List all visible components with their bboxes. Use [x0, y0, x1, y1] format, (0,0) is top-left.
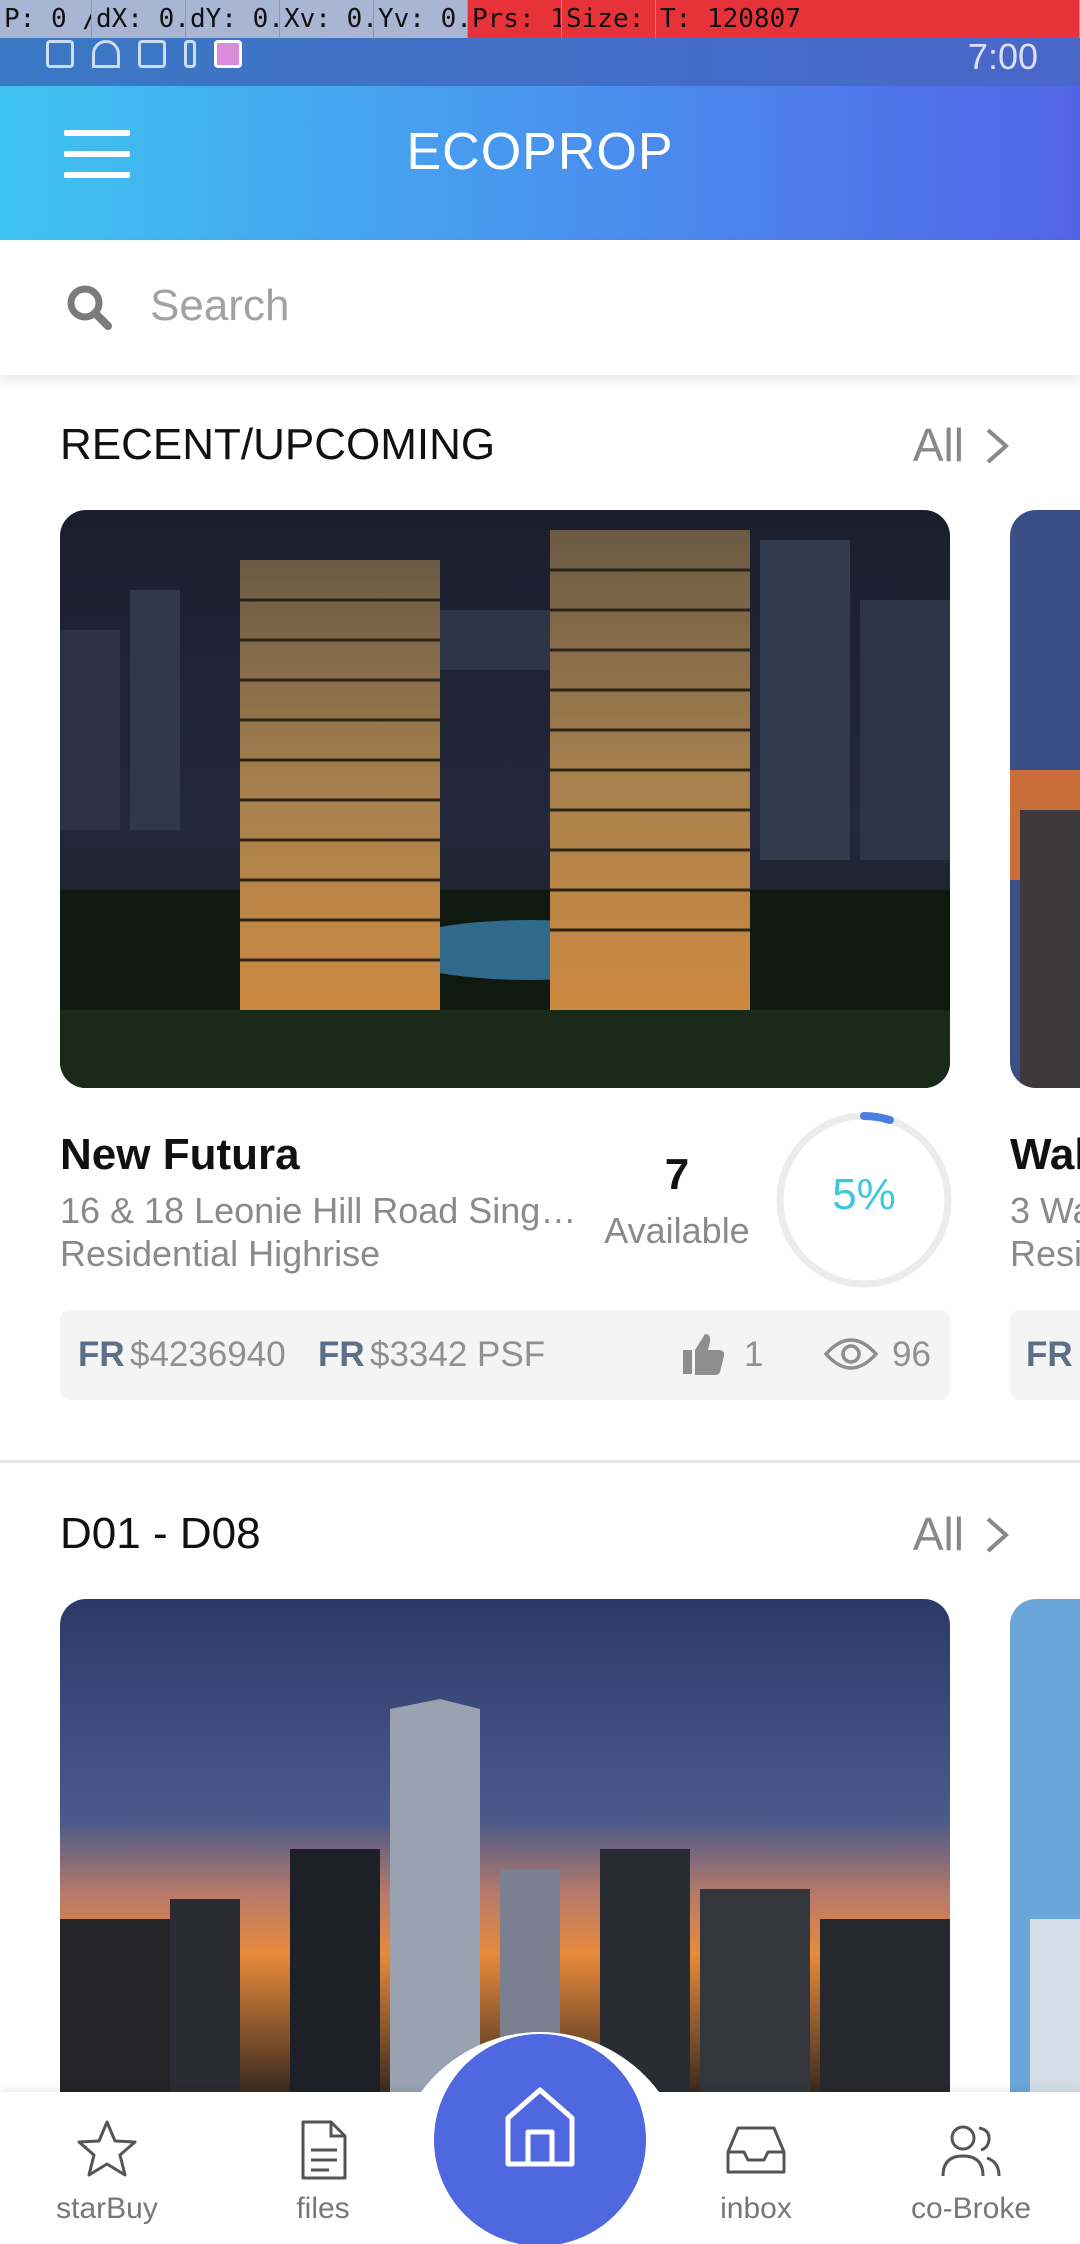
next-project-type: Resi — [1010, 1233, 1080, 1274]
app-notification-icon — [214, 40, 242, 68]
project-type: Residential Highrise — [60, 1233, 381, 1274]
next-project-name[interactable]: Wal — [1010, 1130, 1080, 1180]
usb-icon — [184, 40, 196, 68]
project-name[interactable]: New Futura — [60, 1130, 300, 1180]
next-project-image[interactable] — [1010, 1599, 1080, 2092]
nav-label: files — [296, 2192, 350, 2225]
debug-time: T: 120807 — [656, 0, 1080, 38]
psf-prefix: FR — [318, 1335, 365, 1374]
project-image[interactable] — [60, 1599, 950, 2092]
debug-overlay: P: 0 / 1 dX: 0.0 dY: 0.0 Xv: 0.0 Yv: 0.0… — [0, 0, 1080, 38]
next-project-image[interactable] — [1010, 510, 1080, 1088]
like-count: 1 — [744, 1335, 764, 1374]
project-image[interactable] — [60, 510, 950, 1088]
debug-dx: dX: 0.0 — [92, 0, 186, 38]
see-all-link[interactable]: All — [913, 1507, 964, 1561]
nav-label: co-Broke — [910, 2192, 1032, 2225]
chevron-right-icon[interactable] — [980, 426, 1014, 466]
view-count: 96 — [892, 1335, 931, 1374]
debug-size: Size: 1.0 — [562, 0, 656, 38]
next-project-stats: FR — [1010, 1310, 1080, 1400]
nav-starbuy[interactable]: starBuy — [32, 2092, 182, 2244]
psf-value: $3342 PSF — [370, 1335, 546, 1374]
app-title: ECOPROP — [406, 123, 674, 181]
available-label: Available — [604, 1210, 750, 1251]
notification-icon — [138, 40, 166, 68]
nav-files[interactable]: files — [248, 2092, 398, 2244]
search-icon[interactable] — [66, 284, 112, 330]
section-title: D01 - D08 — [60, 1509, 261, 1558]
nav-cobroke[interactable]: co-Broke — [896, 2092, 1046, 2244]
wifi-icon — [92, 40, 120, 68]
section-header-d01-d08: D01 - D08 All — [60, 1497, 1020, 1567]
search-bar — [0, 240, 1080, 375]
nav-inbox[interactable]: inbox — [681, 2092, 831, 2244]
thumbs-up-icon[interactable] — [680, 1330, 726, 1376]
available-count: 7 — [664, 1150, 690, 1199]
progress-percent: 5% — [832, 1170, 896, 1219]
status-time: 7:00 — [967, 36, 1038, 77]
home-button[interactable] — [434, 2034, 646, 2244]
debug-dy: dY: 0.0 — [186, 0, 280, 38]
see-all-link[interactable]: All — [913, 418, 964, 472]
home-icon — [505, 2087, 575, 2167]
users-icon — [941, 2125, 1001, 2177]
file-icon — [301, 2120, 347, 2180]
price-prefix: FR — [78, 1335, 125, 1374]
nav-label: inbox — [720, 2192, 792, 2225]
chevron-right-icon[interactable] — [980, 1515, 1014, 1555]
nav-label: starBuy — [56, 2192, 158, 2225]
debug-pointer: P: 0 / 1 — [0, 0, 92, 38]
debug-yv: Yv: 0.0 — [374, 0, 468, 38]
section-divider — [0, 1460, 1080, 1463]
section-title: RECENT/UPCOMING — [60, 420, 496, 469]
app-header: ECOPROP — [0, 84, 1080, 240]
next-price-prefix: FR — [1026, 1335, 1073, 1374]
project-address: 16 & 18 Leonie Hill Road Singa... — [60, 1190, 580, 1231]
project-stats: FR $4236940 FR $3342 PSF 1 96 — [60, 1310, 950, 1400]
search-input[interactable] — [150, 270, 950, 342]
debug-xv: Xv: 0.0 — [280, 0, 374, 38]
eye-icon — [824, 1338, 878, 1370]
price-value: $4236940 — [130, 1335, 286, 1374]
sim-icon — [46, 40, 74, 68]
section-header-recent: RECENT/UPCOMING All — [60, 408, 1020, 478]
debug-pressure: Prs: 1.0 — [468, 0, 562, 38]
status-bar: 7:00 — [0, 36, 1080, 86]
star-icon — [77, 2120, 137, 2177]
next-project-address: 3 Wa — [1010, 1190, 1080, 1231]
status-icons — [46, 40, 242, 68]
app-screen: P: 0 / 1 dX: 0.0 dY: 0.0 Xv: 0.0 Yv: 0.0… — [0, 0, 1080, 2244]
inbox-icon — [726, 2126, 786, 2174]
